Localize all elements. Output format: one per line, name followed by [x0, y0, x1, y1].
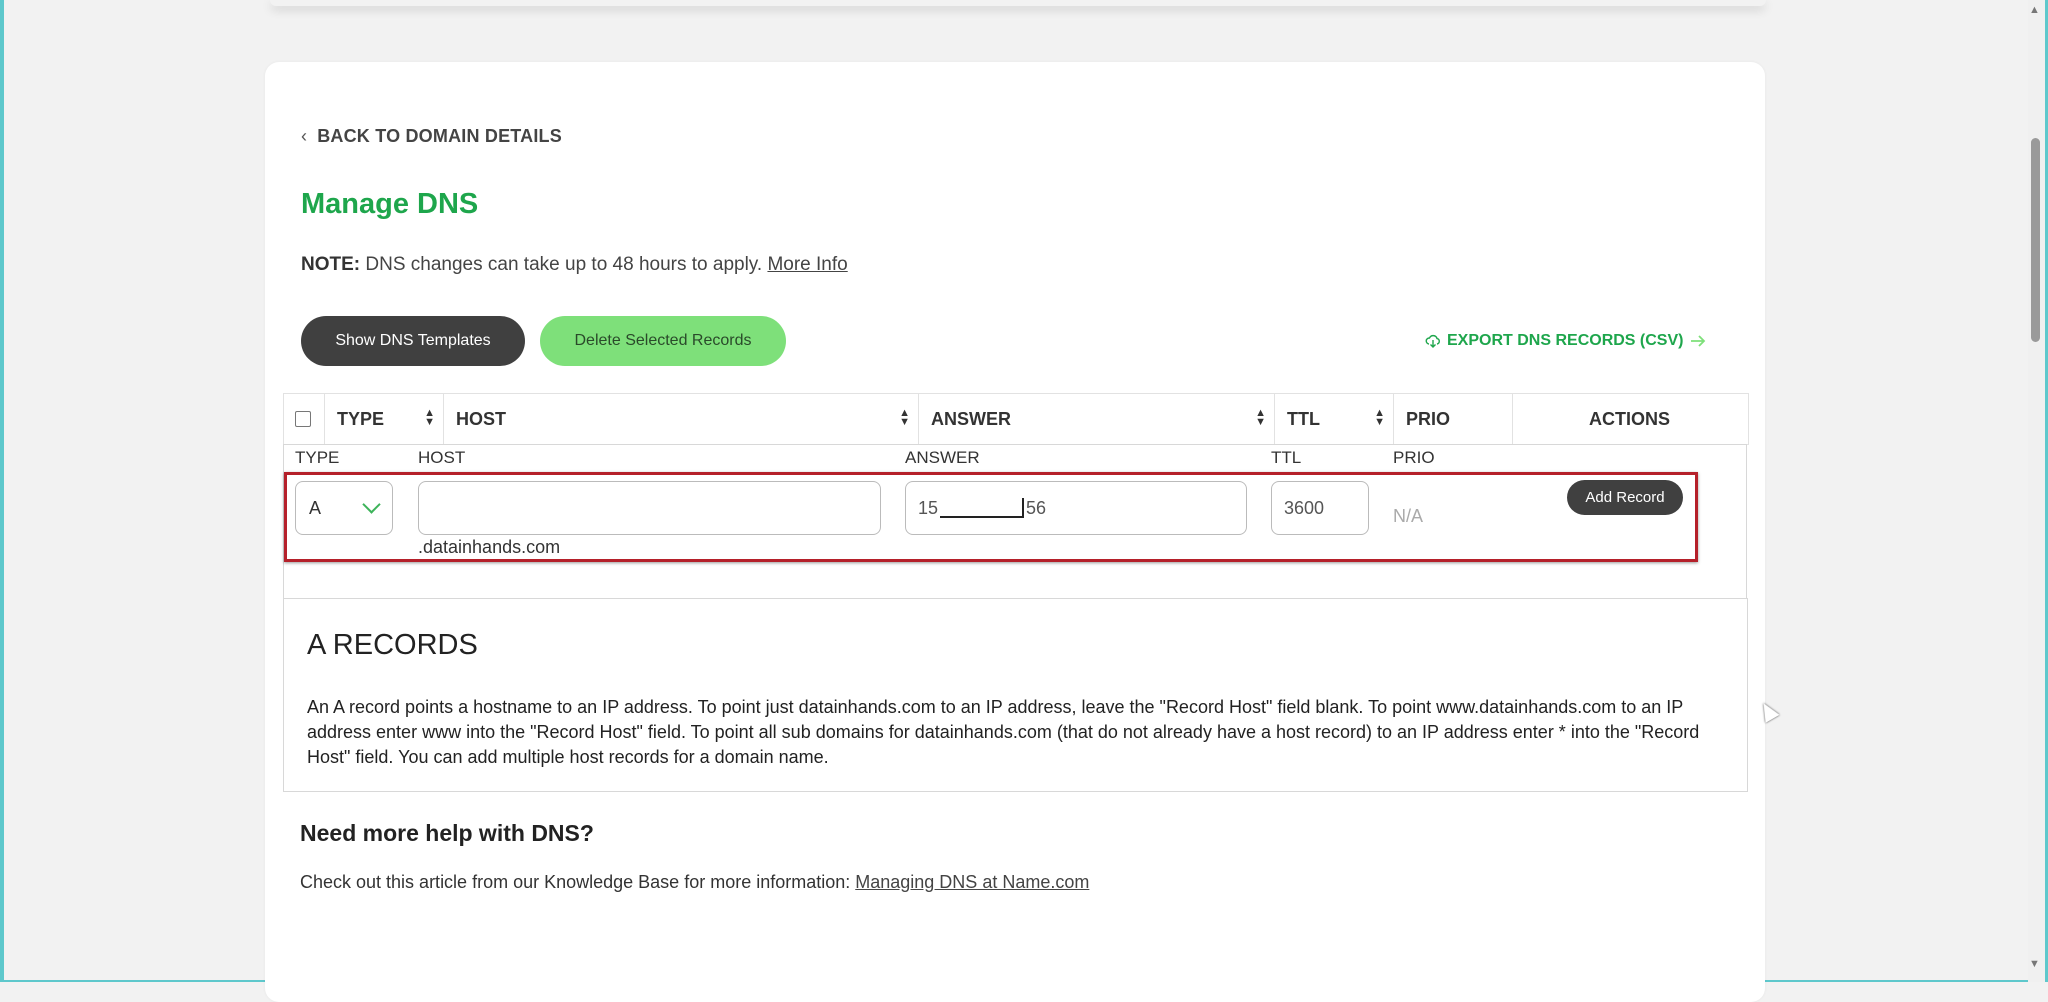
add-record-button[interactable]: Add Record [1567, 480, 1683, 515]
scrollbar-thumb[interactable] [2031, 138, 2040, 342]
top-header-edge [270, 0, 1766, 6]
chevron-left-icon: ‹ [301, 126, 308, 146]
export-label: EXPORT DNS RECORDS (CSV) [1447, 332, 1684, 349]
answer-suffix: 56 [1026, 497, 1047, 518]
field-label-type: TYPE [295, 448, 340, 467]
dns-table-header: TYPE ▲ ▼ HOST ▲ ▼ ANSWER ▲ ▼ TTL ▲ ▼ PRIO AC… [283, 393, 1749, 445]
column-label: TYPE [337, 408, 385, 429]
arrow-right-icon [1691, 335, 1706, 347]
column-header-actions: ACTIONS [1513, 394, 1746, 444]
window-frame-left [0, 0, 4, 982]
redaction-mask [940, 498, 1025, 518]
sort-icon: ▲ ▼ [1374, 407, 1385, 428]
column-header-host[interactable]: HOST ▲ ▼ [444, 394, 919, 444]
chevron-down-icon [362, 495, 381, 514]
column-header-prio: PRIO [1394, 394, 1513, 444]
column-header-answer[interactable]: ANSWER ▲ ▼ [919, 394, 1275, 444]
field-label-ttl: TTL [1271, 448, 1302, 467]
record-type-value: A [309, 497, 322, 518]
info-title: A RECORDS [307, 629, 478, 661]
back-link-label: BACK TO DOMAIN DETAILS [317, 126, 562, 146]
select-all-cell [284, 394, 325, 444]
domain-suffix: .datainhands.com [418, 537, 561, 557]
more-info-link[interactable]: More Info [767, 254, 847, 275]
note-label: NOTE: [301, 254, 361, 275]
dns-note: NOTE: DNS changes can take up to 48 hour… [301, 254, 848, 276]
column-label: ANSWER [931, 408, 1011, 429]
sort-icon: ▲ ▼ [424, 407, 435, 428]
help-text-body: Check out this article from our Knowledg… [300, 872, 856, 892]
field-label-prio: PRIO [1393, 448, 1435, 467]
help-text: Check out this article from our Knowledg… [300, 872, 1089, 893]
export-dns-records-link[interactable]: EXPORT DNS RECORDS (CSV) [1425, 332, 1707, 350]
column-header-ttl[interactable]: TTL ▲ ▼ [1275, 394, 1394, 444]
prio-value: N/A [1393, 506, 1424, 526]
scroll-down-arrow-icon[interactable]: ▼ [2029, 958, 2040, 970]
sort-icon: ▲ ▼ [899, 407, 910, 428]
field-label-host: HOST [418, 448, 466, 467]
info-text: An A record points a hostname to an IP a… [307, 697, 1700, 767]
answer-input[interactable]: 15 56 [905, 481, 1247, 535]
a-records-info-box: A RECORDS An A record points a hostname … [283, 598, 1748, 792]
note-text: DNS changes can take up to 48 hours to a… [360, 254, 768, 275]
scroll-up-arrow-icon[interactable]: ▲ [2029, 4, 2040, 16]
ttl-value: 3600 [1284, 497, 1325, 518]
cloud-download-icon [1425, 334, 1440, 348]
record-type-select[interactable]: A [295, 481, 393, 535]
column-header-type[interactable]: TYPE ▲ ▼ [325, 394, 444, 444]
back-to-domain-details-link[interactable]: ‹ BACK TO DOMAIN DETAILS [301, 126, 562, 147]
show-dns-templates-button[interactable]: Show DNS Templates [301, 316, 525, 366]
column-label: ACTIONS [1589, 408, 1670, 429]
delete-selected-records-button[interactable]: Delete Selected Records [540, 316, 786, 366]
answer-prefix: 15 [918, 497, 939, 518]
help-title: Need more help with DNS? [300, 820, 594, 846]
ttl-input[interactable]: 3600 [1271, 481, 1369, 535]
sort-icon: ▲ ▼ [1255, 407, 1266, 428]
managing-dns-link[interactable]: Managing DNS at Name.com [855, 872, 1089, 892]
select-all-checkbox[interactable] [295, 411, 311, 427]
column-label: PRIO [1406, 408, 1451, 429]
host-input[interactable] [418, 481, 881, 535]
column-label: TTL [1287, 408, 1320, 429]
page-title: Manage DNS [301, 188, 479, 220]
field-label-answer: ANSWER [905, 448, 980, 467]
column-label: HOST [456, 408, 507, 429]
